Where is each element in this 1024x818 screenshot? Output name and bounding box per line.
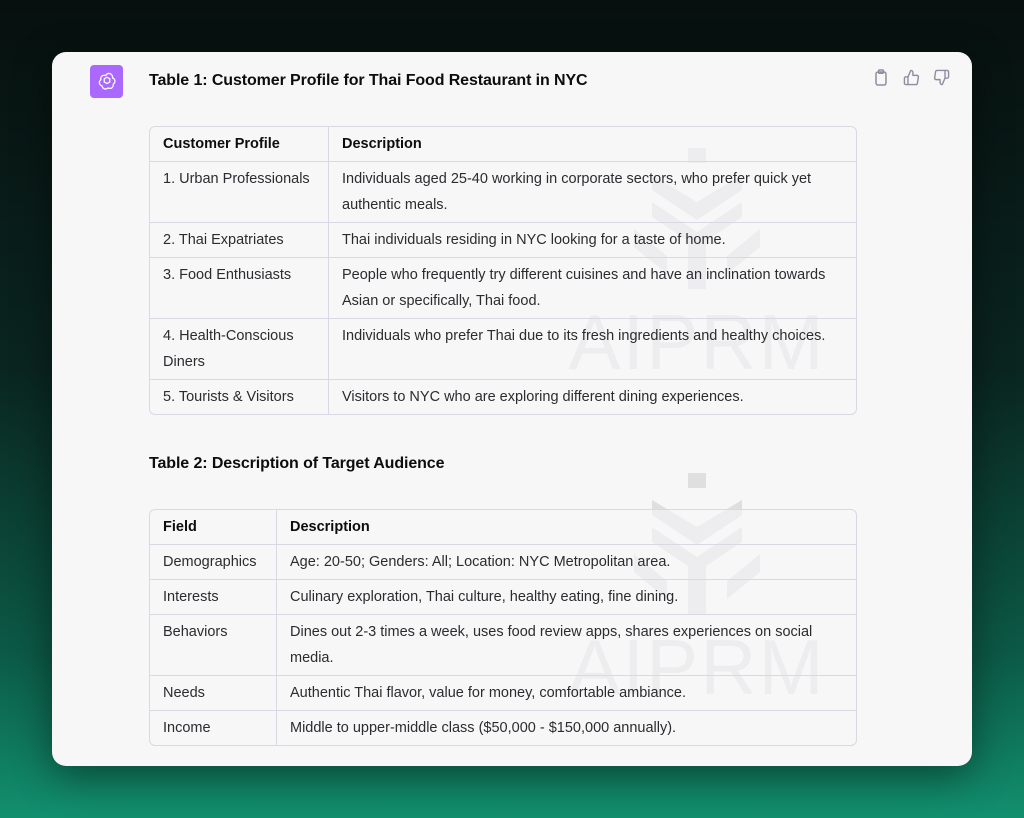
table-cell: Dines out 2-3 times a week, uses food re… — [277, 615, 856, 676]
table-cell: Authentic Thai flavor, value for money, … — [277, 676, 856, 711]
table-row: Income Middle to upper-middle class ($50… — [150, 711, 856, 745]
thumbs-up-icon — [903, 69, 919, 85]
target-audience-table: Field Description Demographics Age: 20-5… — [149, 509, 857, 746]
table-cell: 2. Thai Expatriates — [150, 223, 329, 258]
table-cell: 1. Urban Professionals — [150, 162, 329, 223]
assistant-message-card: AIPRM AIPRM Table 1: Customer Profile fo… — [52, 52, 972, 766]
table-cell: Demographics — [150, 545, 277, 580]
table-header-row: Field Description — [150, 510, 856, 545]
assistant-avatar — [90, 65, 123, 98]
table-row: Demographics Age: 20-50; Genders: All; L… — [150, 545, 856, 580]
clipboard-icon — [875, 68, 887, 86]
table-header-cell: Description — [277, 510, 856, 545]
table-header-row: Customer Profile Description — [150, 127, 856, 162]
table-cell: 3. Food Enthusiasts — [150, 258, 329, 319]
table-cell: Thai individuals residing in NYC looking… — [329, 223, 856, 258]
thumbs-down-button[interactable] — [932, 68, 950, 86]
table-row: 5. Tourists & Visitors Visitors to NYC w… — [150, 380, 856, 414]
table-row: 4. Health-Conscious Diners Individuals w… — [150, 319, 856, 380]
copy-button[interactable] — [872, 68, 890, 86]
openai-logo-icon — [98, 72, 116, 90]
table-row: Interests Culinary exploration, Thai cul… — [150, 580, 856, 615]
table-cell: Interests — [150, 580, 277, 615]
message-actions — [872, 68, 950, 86]
table1-title: Table 1: Customer Profile for Thai Food … — [149, 72, 588, 89]
thumbs-down-icon — [933, 69, 949, 85]
table-cell: Visitors to NYC who are exploring differ… — [342, 389, 744, 405]
table-cell: People who frequently try different cuis… — [329, 258, 856, 319]
table2-title: Table 2: Description of Target Audience — [149, 455, 445, 472]
table-row: Needs Authentic Thai flavor, value for m… — [150, 676, 856, 711]
table-row: 2. Thai Expatriates Thai individuals res… — [150, 223, 856, 258]
table-cell: Behaviors — [150, 615, 277, 676]
customer-profile-table: Customer Profile Description 1. Urban Pr… — [149, 126, 857, 415]
table-header-cell: Description — [329, 127, 856, 162]
table-cell: 4. Health-Conscious Diners — [150, 319, 329, 380]
thumbs-up-button[interactable] — [902, 68, 920, 86]
table-cell: 5. Tourists & Visitors — [150, 380, 329, 414]
table-cell: Culinary exploration, Thai culture, heal… — [277, 580, 856, 615]
table-row: Behaviors Dines out 2-3 times a week, us… — [150, 615, 856, 676]
table-cell: Individuals who prefer Thai due to its f… — [329, 319, 856, 380]
table-cell: Age: 20-50; Genders: All; Location: NYC … — [277, 545, 856, 580]
table-cell: Middle to upper-middle class ($50,000 - … — [290, 720, 677, 736]
table-header-cell: Customer Profile — [150, 127, 329, 162]
table-row: 1. Urban Professionals Individuals aged … — [150, 162, 856, 223]
table-cell: Needs — [150, 676, 277, 711]
table-cell: Individuals aged 25-40 working in corpor… — [329, 162, 856, 223]
table-row: 3. Food Enthusiasts People who frequentl… — [150, 258, 856, 319]
table-cell: Income — [150, 711, 277, 745]
table-header-cell: Field — [150, 510, 277, 545]
